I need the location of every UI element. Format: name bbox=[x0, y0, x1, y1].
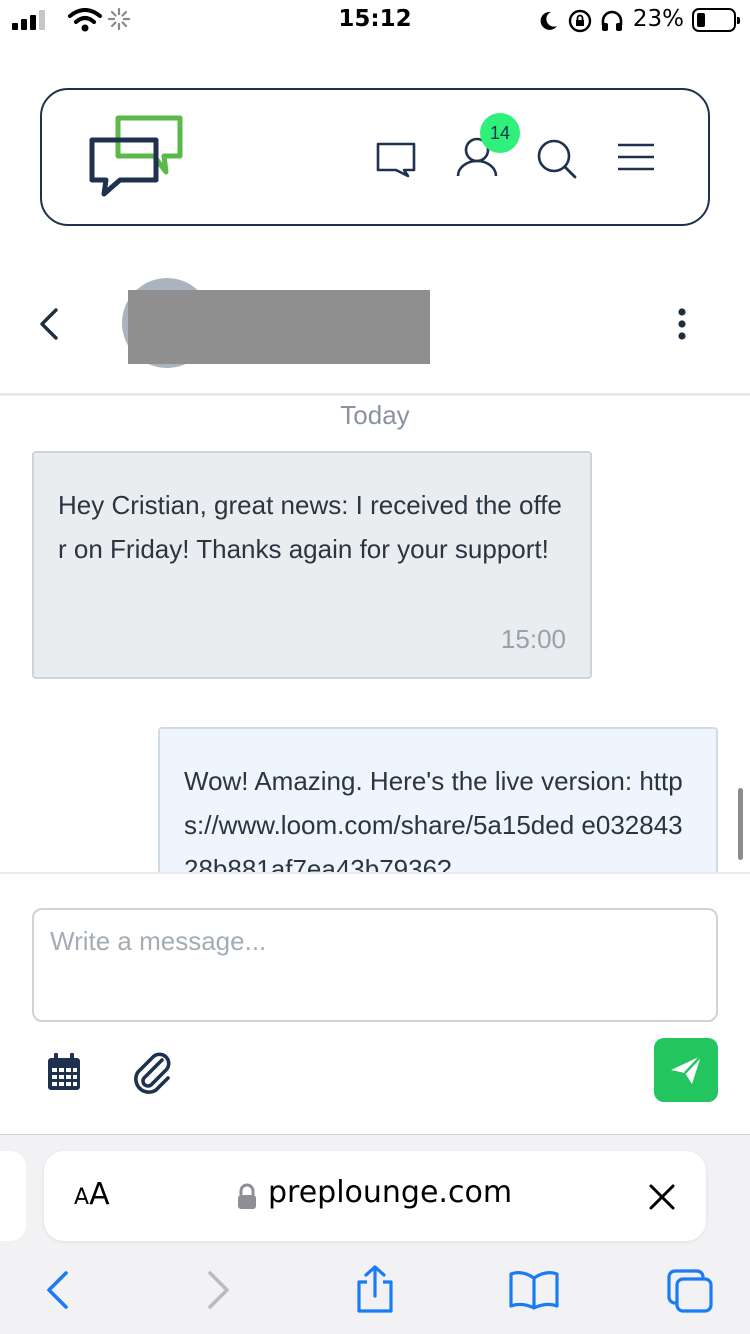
message-text[interactable]: Wow! Amazing. Here's the live version: h… bbox=[184, 759, 692, 872]
browser-address-area: AA preplounge.com bbox=[0, 1134, 750, 1254]
message-text: Hey Cristian, great news: I received the… bbox=[58, 490, 562, 564]
conversation-header bbox=[0, 250, 750, 396]
address-bar[interactable]: AA preplounge.com bbox=[44, 1151, 706, 1241]
scrollbar[interactable] bbox=[738, 788, 743, 860]
search-icon[interactable] bbox=[536, 138, 578, 180]
message-input[interactable] bbox=[32, 908, 718, 1022]
notification-badge: 14 bbox=[480, 113, 520, 153]
status-bar: 15:12 23% bbox=[0, 0, 750, 44]
incoming-message: Hey Cristian, great news: I received the… bbox=[32, 451, 592, 679]
send-button[interactable] bbox=[654, 1038, 718, 1102]
message-time: 15:00 bbox=[500, 624, 566, 654]
lock-icon bbox=[238, 1183, 256, 1209]
paperclip-icon[interactable] bbox=[132, 1050, 172, 1094]
back-icon[interactable] bbox=[44, 1270, 70, 1310]
more-vertical-icon[interactable] bbox=[676, 308, 688, 340]
forward-icon[interactable] bbox=[206, 1270, 232, 1310]
message-composer bbox=[0, 872, 750, 1134]
text-size-small: A bbox=[74, 1185, 90, 1210]
message-list[interactable]: Today Hey Cristian, great news: I receiv… bbox=[0, 396, 750, 872]
battery-percent: 23% bbox=[632, 6, 684, 32]
url-text[interactable]: preplounge.com bbox=[268, 1175, 512, 1210]
chat-bubbles-logo[interactable] bbox=[86, 114, 186, 198]
bookmarks-icon[interactable] bbox=[508, 1270, 560, 1310]
text-size-button[interactable]: AA bbox=[74, 1177, 110, 1212]
moon-icon bbox=[540, 11, 557, 30]
tabs-icon[interactable] bbox=[666, 1268, 714, 1314]
browser-toolbar bbox=[0, 1254, 750, 1334]
share-icon[interactable] bbox=[354, 1264, 396, 1314]
menu-icon[interactable] bbox=[616, 142, 656, 172]
day-separator: Today bbox=[340, 400, 410, 430]
send-icon bbox=[671, 1055, 702, 1084]
rotation-lock-icon bbox=[568, 9, 592, 33]
battery-icon bbox=[692, 8, 740, 32]
previous-tab-peek[interactable] bbox=[0, 1151, 26, 1241]
chevron-left-icon[interactable] bbox=[36, 306, 60, 342]
close-icon[interactable] bbox=[648, 1183, 676, 1211]
headphones-icon bbox=[601, 10, 623, 31]
text-size-big: A bbox=[89, 1177, 110, 1212]
messages-icon[interactable] bbox=[376, 142, 416, 178]
outgoing-message: Wow! Amazing. Here's the live version: h… bbox=[158, 727, 718, 872]
contact-name-redacted bbox=[128, 290, 430, 364]
calendar-icon[interactable] bbox=[46, 1052, 82, 1092]
